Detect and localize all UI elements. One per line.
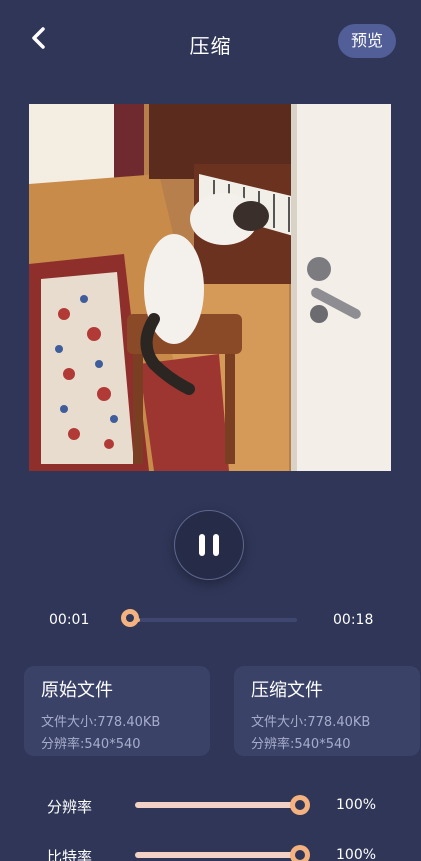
bitrate-slider[interactable] — [135, 852, 300, 858]
pause-icon-bar — [213, 534, 219, 556]
resolution-slider-thumb[interactable] — [290, 795, 310, 815]
bitrate-slider-thumb[interactable] — [290, 845, 310, 861]
pause-icon — [199, 534, 205, 556]
total-time: 00:18 — [333, 612, 374, 628]
bitrate-label: 比特率 — [47, 848, 93, 861]
video-preview[interactable] — [29, 104, 391, 471]
playback-progress-bar[interactable] — [130, 618, 297, 622]
compressed-file-size: 文件大小:778.40KB — [251, 715, 371, 730]
original-file-size: 文件大小:778.40KB — [41, 715, 161, 730]
resolution-slider-fill — [135, 802, 300, 808]
original-file-card: 原始文件 文件大小:778.40KB 分辨率:540*540 — [24, 666, 210, 756]
preview-button[interactable]: 预览 — [338, 24, 396, 58]
original-file-resolution: 分辨率:540*540 — [41, 737, 141, 752]
bitrate-value: 100% — [336, 847, 377, 861]
compress-screen: 压缩 预览 00:01 00:18 原始文件 文件大小:778.40KB 分辨率… — [0, 0, 421, 861]
resolution-slider[interactable] — [135, 802, 300, 808]
original-file-title: 原始文件 — [41, 680, 113, 701]
compressed-file-title: 压缩文件 — [251, 680, 323, 701]
compressed-file-resolution: 分辨率:540*540 — [251, 737, 351, 752]
video-thumbnail-image — [29, 104, 391, 471]
current-time: 00:01 — [49, 612, 90, 628]
resolution-label: 分辨率 — [47, 798, 93, 816]
resolution-value: 100% — [336, 797, 377, 813]
pause-button[interactable] — [175, 511, 243, 579]
playback-progress-thumb[interactable] — [121, 609, 139, 627]
compressed-file-card: 压缩文件 文件大小:778.40KB 分辨率:540*540 — [234, 666, 420, 756]
bitrate-slider-fill — [135, 852, 300, 858]
